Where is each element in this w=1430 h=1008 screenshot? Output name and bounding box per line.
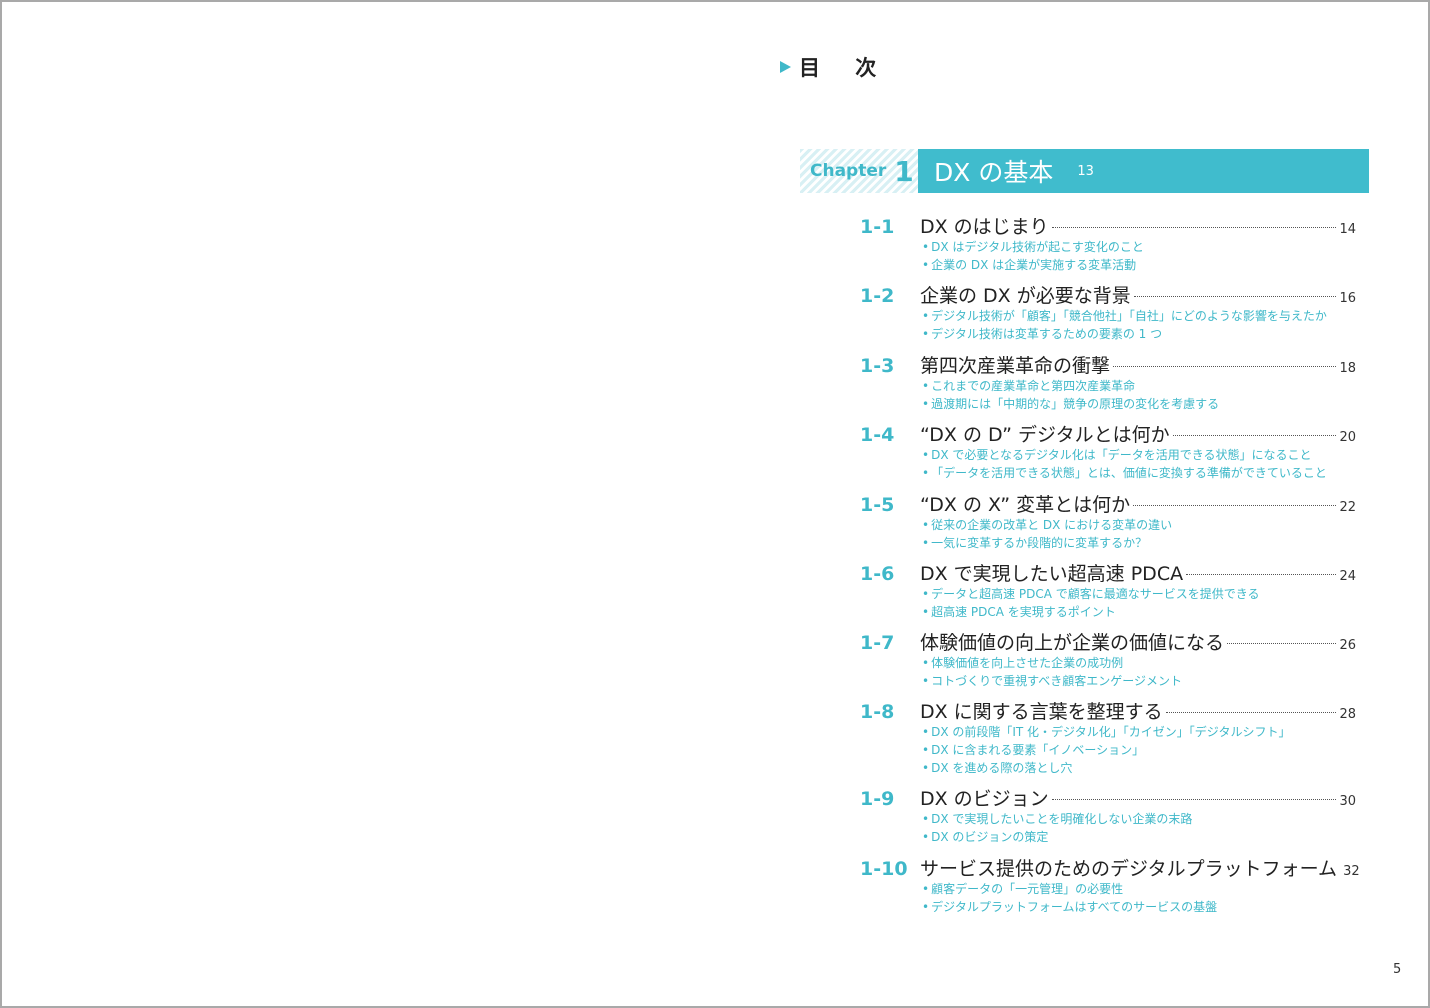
entry-page: 20 <box>1339 430 1356 445</box>
entry-subtopic: デジタルプラットフォームはすべてのサービスの基盤 <box>922 898 1356 916</box>
toc-entry[interactable]: 1-3 第四次産業革命の衝撃 18 これまでの産業革命と第四次産業革命 過渡期に… <box>860 351 1356 413</box>
entry-number: 1-3 <box>860 355 895 377</box>
chapter-tag: Chapter 1 <box>800 149 918 193</box>
entry-subtopic: 一気に変革するか段階的に変革するか？ <box>922 534 1356 552</box>
dot-leader <box>1227 643 1337 644</box>
entry-subtopic: 過渡期には「中期的な」競争の原理の変化を考慮する <box>922 395 1356 413</box>
entry-subtopic: DX で実現したいことを明確化しない企業の末路 <box>922 810 1356 828</box>
entry-title[interactable]: DX に関する言葉を整理する <box>920 697 1163 724</box>
book-page: 目 次 Chapter 1 DX の基本 13 1-1 DX のはじまり 14 … <box>0 0 1430 1008</box>
entry-number: 1-8 <box>860 701 895 723</box>
entry-page: 30 <box>1339 794 1356 809</box>
entry-title[interactable]: サービス提供のためのデジタルプラットフォーム <box>920 854 1337 881</box>
entry-number: 1-10 <box>860 858 908 880</box>
entry-subtopic: DX はデジタル技術が起こす変化のこと <box>922 238 1356 256</box>
entry-page: 14 <box>1339 222 1356 237</box>
entry-subtopic: DX で必要となるデジタル化は「データを活用できる状態」になること <box>922 446 1356 464</box>
entry-subtopic: デジタル技術は変革するための要素の 1 つ <box>922 325 1356 343</box>
dot-leader <box>1186 574 1337 575</box>
entry-number: 1-4 <box>860 424 895 446</box>
entry-title[interactable]: “DX の X” 変革とは何か <box>920 490 1130 517</box>
entry-page: 18 <box>1339 361 1356 376</box>
entry-title[interactable]: 体験価値の向上が企業の価値になる <box>920 628 1224 655</box>
entry-number: 1-1 <box>860 216 895 238</box>
dot-leader <box>1165 712 1337 713</box>
chapter-title: DX の基本 <box>934 158 1054 187</box>
chapter-title-box: DX の基本 13 <box>918 149 1369 193</box>
dot-leader <box>1113 366 1337 367</box>
entry-page: 26 <box>1339 638 1356 653</box>
entry-page: 28 <box>1339 707 1356 722</box>
entry-title[interactable]: 第四次産業革命の衝撃 <box>920 351 1110 378</box>
entry-subtopic: 顧客データの「一元管理」の必要性 <box>922 880 1356 898</box>
entry-title[interactable]: DX のはじまり <box>920 212 1049 239</box>
entry-page: 24 <box>1339 569 1356 584</box>
entry-page: 32 <box>1343 864 1360 879</box>
toc-entry[interactable]: 1-5 “DX の X” 変革とは何か 22 従来の企業の改革と DX における… <box>860 490 1356 552</box>
entry-subtopic: データと超高速 PDCA で顧客に最適なサービスを提供できる <box>922 585 1356 603</box>
toc-entry[interactable]: 1-9 DX のビジョン 30 DX で実現したいことを明確化しない企業の末路 … <box>860 784 1356 846</box>
toc-entry[interactable]: 1-6 DX で実現したい超高速 PDCA 24 データと超高速 PDCA で顧… <box>860 559 1356 621</box>
chapter-word: Chapter <box>810 161 887 181</box>
toc-entry[interactable]: 1-8 DX に関する言葉を整理する 28 DX の前段階「IT 化・デジタル化… <box>860 697 1356 777</box>
toc-heading-label: 目 次 <box>799 56 891 80</box>
chapter-band: Chapter 1 DX の基本 13 <box>800 149 1369 193</box>
dot-leader <box>1051 799 1337 800</box>
entry-subtopic: DX に含まれる要素「イノベーション」 <box>922 741 1356 759</box>
entry-title[interactable]: DX で実現したい超高速 PDCA <box>920 559 1183 586</box>
triangle-marker-icon <box>780 61 791 73</box>
entry-title[interactable]: “DX の D” デジタルとは何か <box>920 420 1170 447</box>
entry-number: 1-2 <box>860 285 895 307</box>
entry-subtopic: 体験価値を向上させた企業の成功例 <box>922 654 1356 672</box>
entry-subtopic: 企業の DX は企業が実施する変革活動 <box>922 256 1356 274</box>
toc-heading: 目 次 <box>780 52 890 82</box>
entry-page: 22 <box>1339 500 1356 515</box>
entry-subtopic: 従来の企業の改革と DX における変革の違い <box>922 516 1356 534</box>
entry-title[interactable]: 企業の DX が必要な背景 <box>920 281 1131 308</box>
entry-subtopic: コトづくりで重視すべき顧客エンゲージメント <box>922 672 1356 690</box>
toc-entry[interactable]: 1-10 サービス提供のためのデジタルプラットフォーム 32 顧客データの「一元… <box>860 854 1360 916</box>
entry-subtopic: デジタル技術が「顧客」「競合他社」「自社」にどのような影響を与えたか <box>922 307 1356 325</box>
chapter-number: 1 <box>894 154 914 188</box>
entry-page: 16 <box>1339 291 1356 306</box>
entry-number: 1-7 <box>860 632 895 654</box>
chapter-page: 13 <box>1077 163 1094 179</box>
entry-subtopic: DX のビジョンの策定 <box>922 828 1356 846</box>
toc-entry[interactable]: 1-7 体験価値の向上が企業の価値になる 26 体験価値を向上させた企業の成功例… <box>860 628 1356 690</box>
entry-subtopic: 「データを活用できる状態」とは、価値に変換する準備ができていること <box>922 464 1356 482</box>
dot-leader <box>1051 227 1337 228</box>
entry-number: 1-5 <box>860 494 895 516</box>
entry-number: 1-6 <box>860 563 895 585</box>
entry-subtopic: DX を進める際の落とし穴 <box>922 759 1356 777</box>
toc-entry[interactable]: 1-4 “DX の D” デジタルとは何か 20 DX で必要となるデジタル化は… <box>860 420 1356 482</box>
toc-entry[interactable]: 1-1 DX のはじまり 14 DX はデジタル技術が起こす変化のこと 企業の … <box>860 212 1356 274</box>
dot-leader <box>1133 296 1337 297</box>
entry-subtopic: DX の前段階「IT 化・デジタル化」「カイゼン」「デジタルシフト」 <box>922 723 1356 741</box>
dot-leader <box>1133 505 1337 506</box>
dot-leader <box>1172 435 1337 436</box>
page-number: 5 <box>1393 962 1402 977</box>
entry-number: 1-9 <box>860 788 895 810</box>
entry-subtopic: これまでの産業革命と第四次産業革命 <box>922 377 1356 395</box>
toc-entry[interactable]: 1-2 企業の DX が必要な背景 16 デジタル技術が「顧客」「競合他社」「自… <box>860 281 1356 343</box>
entry-subtopic: 超高速 PDCA を実現するポイント <box>922 603 1356 621</box>
entry-title[interactable]: DX のビジョン <box>920 784 1049 811</box>
